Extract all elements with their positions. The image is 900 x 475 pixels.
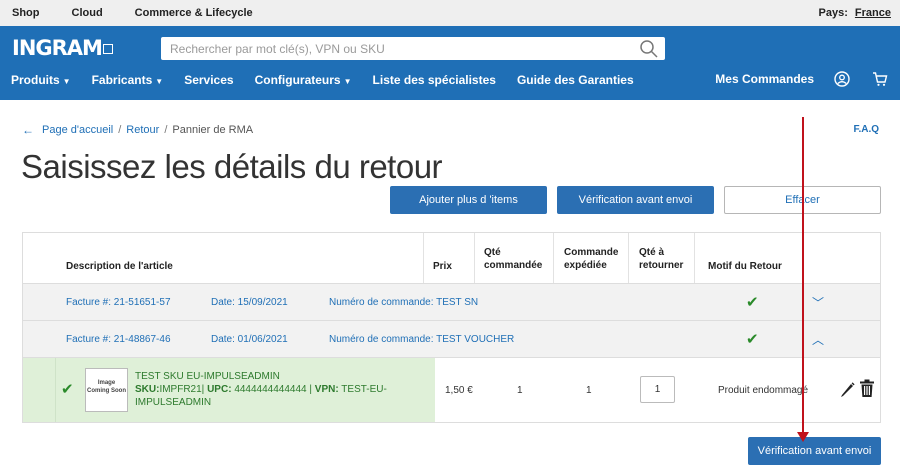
check-icon: ✔ [746, 294, 759, 311]
nav-produits[interactable]: Produits ▼ [11, 73, 71, 87]
nav-configurateurs[interactable]: Configurateurs ▼ [255, 73, 352, 87]
col-reason: Motif du Retour [708, 261, 782, 272]
invoice-group-row[interactable]: Facture #: 21-48867-46 Date: 01/06/2021 … [23, 321, 880, 358]
product-name: TEST SKU EU-IMPULSEADMIN [135, 371, 280, 382]
my-orders-link[interactable]: Mes Commandes [715, 72, 814, 86]
faq-link[interactable]: F.A.Q [853, 124, 879, 135]
column-divider [553, 233, 554, 283]
order-number: Numéro de commande: TEST SN [329, 297, 479, 308]
verify-top-button[interactable]: Vérification avant envoi [557, 186, 714, 214]
return-reason[interactable]: Produit endommagé [718, 385, 808, 396]
col-price: Prix [433, 261, 452, 272]
breadcrumb-retour[interactable]: Retour [126, 124, 159, 136]
column-divider [55, 358, 56, 422]
nav-configurateurs-label: Configurateurs [254, 73, 341, 87]
breadcrumb-home[interactable]: Page d'accueil [42, 124, 113, 136]
column-divider [423, 233, 424, 283]
col-shipped: Commande expédiée [564, 247, 619, 271]
sku-value: IMPFR21| [159, 384, 205, 395]
invoice-date: Date: 01/06/2021 [211, 334, 288, 345]
invoice-number: Facture #: 21-51651-57 [66, 297, 171, 308]
topbar-shop-link[interactable]: Shop [12, 7, 40, 19]
item-shipped: 1 [586, 385, 592, 396]
topbar-commerce-link[interactable]: Commerce & Lifecycle [135, 7, 253, 19]
cart-icon[interactable] [872, 71, 888, 87]
nav-specialistes[interactable]: Liste des spécialistes [373, 73, 496, 87]
pencil-icon[interactable] [839, 380, 855, 398]
breadcrumb-current: Pannier de RMA [172, 124, 254, 136]
country-label: Pays: [818, 7, 848, 19]
search-box [161, 37, 665, 60]
logo-text: INGRAM [12, 36, 103, 60]
vpn-label: VPN: [314, 384, 339, 395]
country-selector[interactable]: Pays: France [819, 7, 892, 19]
table-row: ✔ Image Coming Soon TEST SKU EU-IMPULSEA… [23, 358, 880, 422]
nav-produits-label: Produits [11, 73, 60, 87]
ingram-logo[interactable]: INGRAM [12, 36, 113, 60]
breadcrumb-separator: / [118, 124, 122, 136]
upc-label: UPC: [207, 384, 232, 395]
search-input[interactable] [170, 41, 639, 56]
chevron-down-icon: ▼ [155, 77, 164, 86]
annotation-arrow-line [802, 117, 804, 436]
col-description: Description de l'article [66, 261, 173, 272]
order-number: Numéro de commande: TEST VOUCHER [329, 334, 515, 345]
arrow-left-icon[interactable]: ← [22, 123, 34, 137]
utility-bar: Shop Cloud Commerce & Lifecycle Pays: Fr… [0, 0, 900, 26]
breadcrumb-separator: / [164, 124, 168, 136]
invoice-date: Date: 15/09/2021 [211, 297, 288, 308]
invoice-group-row[interactable]: Facture #: 21-51651-57 Date: 15/09/2021 … [23, 284, 880, 321]
trash-icon[interactable] [859, 379, 875, 398]
annotation-arrow-head-icon [797, 432, 809, 442]
search-icon[interactable] [639, 39, 659, 59]
chevron-up-icon[interactable]: ︿ [812, 331, 824, 348]
sku-label: SKU: [135, 384, 160, 395]
chevron-down-icon: ▼ [62, 77, 71, 86]
upc-value: 4444444444444 | [234, 384, 312, 395]
topbar-cloud-link[interactable]: Cloud [72, 7, 103, 19]
nav-fabricants[interactable]: Fabricants ▼ [92, 73, 164, 87]
nav-fabricants-label: Fabricants [91, 73, 153, 87]
country-value[interactable]: France [855, 7, 891, 19]
check-icon: ✔ [61, 381, 74, 398]
column-divider [474, 233, 475, 283]
user-icon[interactable] [834, 71, 850, 87]
logo-mark-icon [102, 44, 113, 54]
column-divider [628, 233, 629, 283]
header-actions: Mes Commandes [715, 71, 888, 87]
invoice-number: Facture #: 21-48867-46 [66, 334, 171, 345]
product-thumbnail: Image Coming Soon [85, 368, 128, 412]
qty-return-input[interactable]: 1 [640, 376, 675, 403]
breadcrumb: ← Page d'accueil / Retour / Pannier de R… [22, 123, 253, 137]
table-header: Description de l'article Prix Qté comman… [23, 233, 880, 284]
item-qty-ordered: 1 [517, 385, 523, 396]
nav-services[interactable]: Services [184, 73, 233, 87]
col-qty-return: Qté à retourner [639, 247, 684, 271]
product-description: TEST SKU EU-IMPULSEADMIN SKU:IMPFR21| UP… [135, 370, 405, 409]
col-qty-ordered: Qté commandée [484, 247, 543, 271]
verify-bottom-button[interactable]: Vérification avant envoi [748, 437, 881, 465]
add-items-button[interactable]: Ajouter plus d 'items [390, 186, 547, 214]
return-items-table: Description de l'article Prix Qté comman… [22, 232, 881, 423]
chevron-down-icon: ▼ [343, 77, 352, 86]
column-divider [694, 233, 695, 283]
product-ids: SKU:IMPFR21| UPC: 4444444444444 | VPN: T… [135, 383, 405, 409]
page-title: Saisissez les détails du retour [21, 148, 443, 185]
main-header: INGRAM Produits▼ Fabricants▼ Services Co… [0, 26, 900, 100]
check-icon: ✔ [746, 331, 759, 348]
chevron-down-icon[interactable]: ﹀ [812, 294, 824, 311]
main-nav: Produits ▼ Fabricants ▼ Services Configura… [11, 73, 655, 87]
item-price: 1,50 € [445, 385, 473, 396]
nav-garanties[interactable]: Guide des Garanties [517, 73, 634, 87]
